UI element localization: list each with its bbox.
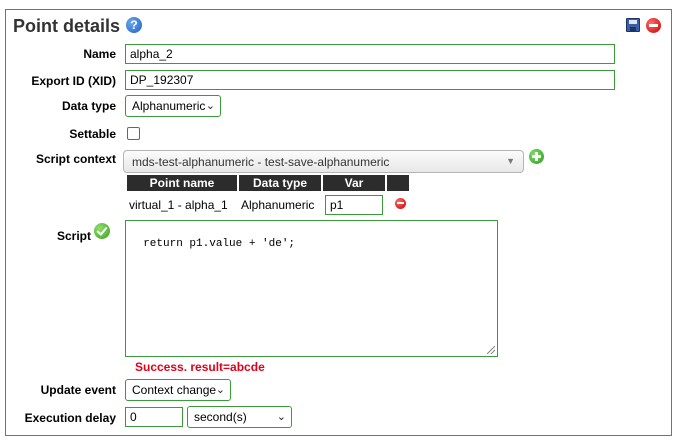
settable-label: Settable: [69, 127, 116, 141]
execution-delay-unit-select[interactable]: second(s) ⌄: [187, 406, 292, 428]
chevron-down-icon: ⌄: [215, 384, 225, 396]
header-data-type: Data type: [239, 175, 321, 191]
update-event-select[interactable]: Context change ⌄: [125, 379, 231, 401]
help-icon[interactable]: ?: [126, 16, 143, 33]
var-input[interactable]: [325, 195, 383, 215]
chevron-down-icon: ⌄: [276, 411, 286, 423]
name-label: Name: [83, 47, 116, 61]
xid-input[interactable]: [125, 70, 615, 90]
update-event-label: Update event: [40, 383, 116, 397]
validate-script-icon[interactable]: [94, 223, 110, 239]
script-label: Script: [56, 229, 91, 243]
save-icon[interactable]: [626, 18, 640, 32]
data-type-label: Data type: [61, 99, 116, 113]
data-type-select[interactable]: Alphanumeric ⌄: [125, 95, 221, 117]
name-input[interactable]: [125, 44, 615, 64]
script-result-message: Success. result=abcde: [135, 360, 265, 374]
table-row: virtual_1 - alpha_1 Alphanumeric: [127, 191, 409, 215]
execution-delay-label: Execution delay: [24, 411, 116, 425]
remove-row-icon[interactable]: [395, 198, 406, 209]
header-actions: [387, 175, 409, 191]
row-data-type: Alphanumeric: [241, 198, 315, 212]
update-event-selected: Context change: [132, 383, 217, 397]
script-context-label: Script context: [35, 152, 116, 166]
script-text: return p1.value + 'de';: [143, 238, 296, 250]
xid-label: Export ID (XID): [31, 74, 116, 88]
context-table-header: Point name Data type Var: [127, 175, 409, 191]
panel-title-text: Point details: [13, 16, 121, 36]
settable-checkbox[interactable]: [127, 127, 140, 140]
script-context-selected: mds-test-alphanumeric - test-save-alphan…: [132, 155, 390, 169]
header-var: Var: [323, 175, 385, 191]
resize-grip-icon[interactable]: [487, 346, 495, 354]
header-point-name: Point name: [127, 175, 237, 191]
script-context-select[interactable]: mds-test-alphanumeric - test-save-alphan…: [123, 150, 524, 173]
dropdown-arrow-icon: ▼: [506, 156, 515, 166]
row-point-name: virtual_1 - alpha_1: [129, 198, 228, 212]
data-type-selected: Alphanumeric: [132, 99, 206, 113]
delete-icon[interactable]: [646, 18, 661, 33]
context-table: Point name Data type Var virtual_1 - alp…: [125, 175, 411, 215]
execution-delay-input[interactable]: [125, 407, 183, 427]
script-textarea[interactable]: return p1.value + 'de';: [125, 220, 498, 357]
panel-title: Point details ?: [13, 16, 143, 37]
execution-delay-unit-selected: second(s): [194, 410, 247, 424]
add-icon[interactable]: [529, 149, 544, 164]
chevron-down-icon: ⌄: [205, 100, 215, 112]
